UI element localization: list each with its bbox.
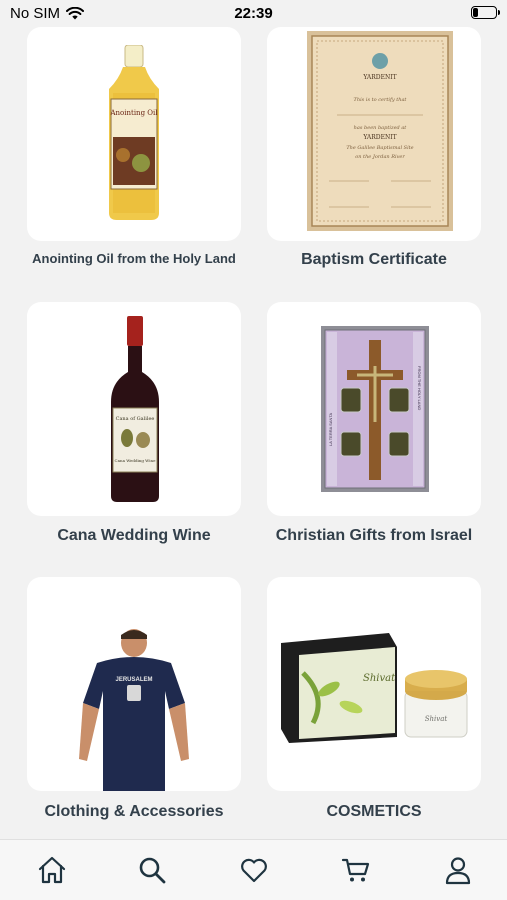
home-icon [38, 856, 66, 884]
svg-text:Cana Wedding Wine: Cana Wedding Wine [115, 458, 157, 463]
svg-text:Cana of Galilee: Cana of Galilee [116, 416, 155, 422]
category-label[interactable]: Christian Gifts from Israel [254, 527, 494, 545]
battery-icon [471, 6, 500, 19]
svg-text:Shivat: Shivat [363, 673, 396, 684]
profile-icon [445, 857, 471, 885]
category-label[interactable]: COSMETICS [254, 803, 494, 821]
wine-bottle-image: Cana of Galilee Cana Wedding Wine [111, 316, 159, 502]
svg-text:Anointing Oil: Anointing Oil [109, 109, 158, 117]
tab-search[interactable] [136, 854, 168, 886]
svg-text:YARDENIT: YARDENIT [362, 74, 396, 81]
svg-text:JERUSALEM: JERUSALEM [115, 677, 152, 683]
category-card-christian-gifts[interactable]: LA TERRA SANTA FROM THE HOLY LAND [267, 302, 481, 516]
svg-text:on the Jordan River: on the Jordan River [355, 154, 405, 160]
heart-icon [241, 858, 267, 883]
category-card-baptism-certificate[interactable]: YARDENIT This is to certify that has bee… [267, 27, 481, 241]
search-icon [139, 857, 166, 884]
cart-icon [341, 858, 370, 882]
tab-home[interactable] [36, 854, 68, 886]
category-label[interactable]: Baptism Certificate [254, 251, 494, 269]
category-card-anointing-oil[interactable]: Anointing Oil [27, 27, 241, 241]
category-label[interactable]: Anointing Oil from the Holy Land [14, 251, 254, 266]
svg-text:LA TERRA SANTA: LA TERRA SANTA [328, 412, 333, 446]
cosmetics-jar-image: Shivat Shivat [281, 633, 468, 743]
svg-text:FROM THE HOLY LAND: FROM THE HOLY LAND [417, 366, 422, 410]
tab-cart[interactable] [340, 854, 372, 886]
tab-favorites[interactable] [238, 854, 270, 886]
bottom-tab-bar [0, 839, 507, 900]
svg-text:has been baptized at: has been baptized at [354, 125, 408, 131]
tshirt-model-image: JERUSALEM [79, 629, 189, 791]
svg-text:The Galilee Baptismal Site: The Galilee Baptismal Site [346, 145, 413, 151]
svg-text:Shivat: Shivat [425, 715, 448, 723]
svg-text:This is to certify that: This is to certify that [354, 97, 408, 103]
crucifix-gift-set-image: LA TERRA SANTA FROM THE HOLY LAND [321, 326, 429, 492]
category-label[interactable]: Clothing & Accessories [14, 803, 254, 821]
baptism-certificate-image: YARDENIT This is to certify that has bee… [307, 31, 453, 231]
tab-profile[interactable] [442, 854, 474, 886]
svg-text:YARDENIT: YARDENIT [362, 134, 396, 141]
category-card-cosmetics[interactable]: Shivat Shivat [267, 577, 481, 791]
category-card-clothing[interactable]: JERUSALEM [27, 577, 241, 791]
category-label[interactable]: Cana Wedding Wine [14, 527, 254, 545]
category-card-cana-wedding-wine[interactable]: Cana of Galilee Cana Wedding Wine [27, 302, 241, 516]
status-bar: No SIM 22:39 [0, 0, 507, 28]
anointing-oil-image: Anointing Oil [109, 45, 159, 220]
status-time: 22:39 [234, 5, 273, 22]
